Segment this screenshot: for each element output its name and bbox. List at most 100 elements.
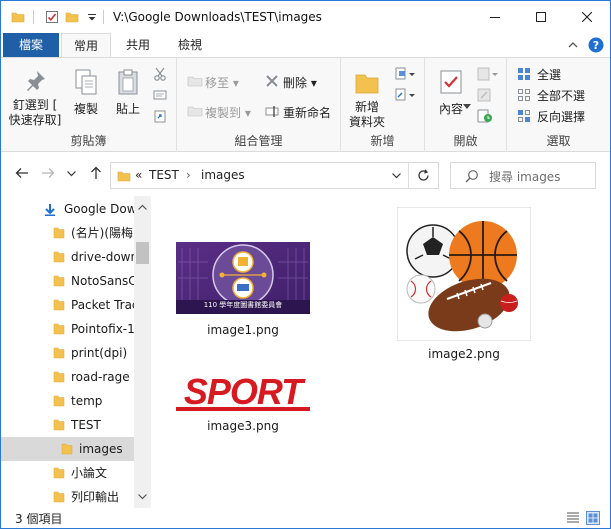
maximize-icon bbox=[536, 12, 546, 22]
breadcrumb-separator: › bbox=[186, 168, 191, 182]
nav-item-test[interactable]: TEST bbox=[1, 413, 134, 437]
nav-item-images[interactable]: images bbox=[1, 437, 134, 461]
scroll-down-icon[interactable] bbox=[138, 494, 147, 500]
up-arrow-icon[interactable] bbox=[89, 166, 103, 180]
folder-icon bbox=[53, 395, 65, 407]
qat-dropdown-icon[interactable] bbox=[87, 10, 97, 24]
copy-to-icon bbox=[187, 106, 203, 117]
qat-divider bbox=[33, 10, 34, 24]
folder-icon bbox=[53, 299, 65, 311]
close-button[interactable] bbox=[564, 1, 610, 33]
folder-icon bbox=[61, 443, 73, 455]
tab-view[interactable]: 檢視 bbox=[165, 33, 215, 57]
group-select: 全選 全部不選 反向選擇 選取 bbox=[507, 58, 610, 152]
folder-icon bbox=[53, 419, 65, 431]
paste-shortcut-icon[interactable] bbox=[153, 109, 167, 123]
minimize-icon bbox=[490, 17, 500, 18]
breadcrumb-test[interactable]: TEST bbox=[149, 168, 179, 182]
copy-path-icon[interactable] bbox=[153, 88, 167, 102]
easy-access-icon[interactable] bbox=[395, 88, 417, 102]
tab-share[interactable]: 共用 bbox=[113, 33, 163, 57]
paste-button[interactable]: 貼上 bbox=[109, 68, 147, 117]
edit-icon[interactable] bbox=[477, 88, 493, 102]
folder-icon bbox=[53, 347, 65, 359]
close-icon bbox=[582, 12, 592, 22]
pin-quick-access-button[interactable]: 釘選到 [ 快速存取] bbox=[7, 68, 63, 128]
delete-icon bbox=[266, 75, 278, 87]
new-item-icon[interactable] bbox=[395, 67, 417, 81]
nav-item-folder[interactable]: 列印輸出 bbox=[1, 485, 134, 508]
nav-scrollbar[interactable] bbox=[134, 196, 151, 508]
properties-dropdown-icon[interactable] bbox=[463, 104, 471, 110]
minimize-button[interactable] bbox=[472, 1, 518, 33]
search-input[interactable]: 搜尋 images bbox=[489, 168, 560, 185]
file-item-image3[interactable]: SPORT image3.png bbox=[175, 374, 311, 438]
group-clipboard: 釘選到 [ 快速存取] 複製 貼上 剪貼簿 bbox=[1, 58, 177, 152]
copy-to-button[interactable]: 複製到 ▾ bbox=[205, 104, 251, 121]
refresh-icon[interactable] bbox=[417, 169, 430, 182]
tab-file[interactable]: 檔案 bbox=[3, 33, 59, 57]
folder-icon bbox=[53, 227, 65, 239]
copy-button[interactable]: 複製 bbox=[67, 68, 105, 117]
nav-item-folder[interactable]: NotoSansCJK bbox=[1, 269, 134, 293]
search-box[interactable]: 搜尋 images bbox=[450, 162, 596, 189]
image2-thumbnail bbox=[397, 207, 531, 341]
invert-selection-icon bbox=[518, 110, 530, 122]
select-none-icon bbox=[518, 89, 530, 101]
delete-button[interactable]: 刪除 ▾ bbox=[283, 74, 317, 91]
file-item-image1[interactable]: 110 學年度圖書館委員會 image1.png bbox=[175, 241, 311, 351]
pin-icon bbox=[27, 71, 45, 91]
breadcrumb-images[interactable]: images bbox=[201, 168, 245, 182]
maximize-button[interactable] bbox=[518, 1, 564, 33]
nav-item-google-downloads[interactable]: Google Downloads bbox=[1, 197, 134, 221]
recent-locations-chevron-icon[interactable] bbox=[67, 171, 76, 177]
details-view-icon[interactable] bbox=[566, 511, 580, 525]
nav-item-folder[interactable]: temp bbox=[1, 389, 134, 413]
properties-large-icon bbox=[440, 70, 462, 94]
new-folder-button[interactable]: 新增 資料夾 bbox=[345, 68, 389, 130]
nav-item-folder[interactable]: road-rage bbox=[1, 365, 134, 389]
select-all-button[interactable]: 全選 bbox=[537, 66, 561, 83]
chevron-up-icon[interactable] bbox=[568, 41, 578, 49]
folder-icon bbox=[53, 491, 65, 503]
help-icon[interactable]: ? bbox=[588, 37, 604, 53]
select-none-button[interactable]: 全部不選 bbox=[537, 87, 585, 104]
group-label-new: 新增 bbox=[370, 134, 395, 148]
invert-selection-button[interactable]: 反向選擇 bbox=[537, 108, 585, 125]
scroll-up-icon[interactable] bbox=[138, 204, 147, 210]
new-folder-icon[interactable] bbox=[65, 10, 79, 24]
folder-icon bbox=[53, 467, 65, 479]
file-name: image1.png bbox=[207, 323, 279, 337]
folder-icon bbox=[53, 323, 65, 335]
address-dropdown-icon[interactable] bbox=[392, 173, 401, 179]
back-arrow-icon[interactable] bbox=[15, 166, 29, 180]
navigation-bar: « TEST › images 搜尋 images bbox=[1, 152, 610, 196]
move-to-button[interactable]: 移至 ▾ bbox=[205, 74, 239, 91]
history-icon[interactable] bbox=[477, 109, 493, 123]
cut-icon[interactable] bbox=[153, 67, 167, 81]
nav-item-folder[interactable]: Pointofix-1 bbox=[1, 317, 134, 341]
file-item-image2[interactable]: image2.png bbox=[396, 206, 532, 366]
nav-item-folder[interactable]: Packet Tracer bbox=[1, 293, 134, 317]
move-to-icon bbox=[187, 76, 203, 87]
item-count: 3 個項目 bbox=[15, 512, 63, 526]
nav-item-folder[interactable]: (名片)(陽梅國中) bbox=[1, 221, 134, 245]
group-label-open: 開啟 bbox=[453, 134, 478, 148]
forward-arrow-icon[interactable] bbox=[41, 166, 55, 180]
nav-scroll-thumb[interactable] bbox=[136, 242, 149, 264]
group-label-select: 選取 bbox=[546, 134, 571, 148]
nav-item-folder[interactable]: 小論文 bbox=[1, 461, 134, 485]
breadcrumb-overflow[interactable]: « bbox=[135, 168, 142, 182]
group-new: 新增 資料夾 新增 bbox=[341, 58, 425, 152]
address-bar[interactable]: « TEST › images bbox=[110, 162, 439, 189]
navigation-pane: Google Downloads (名片)(陽梅國中) drive-downlo… bbox=[1, 196, 151, 508]
large-icons-view-icon[interactable] bbox=[586, 511, 600, 525]
properties-icon[interactable] bbox=[45, 10, 59, 24]
explorer-window: V:\Google Downloads\TEST\images 檔案 常用 共用… bbox=[0, 0, 611, 529]
paste-icon bbox=[118, 69, 138, 95]
tab-home[interactable]: 常用 bbox=[61, 33, 111, 58]
rename-button[interactable]: 重新命名 bbox=[283, 104, 331, 121]
open-icon[interactable] bbox=[477, 67, 499, 81]
nav-item-folder[interactable]: drive-download bbox=[1, 245, 134, 269]
nav-item-folder[interactable]: print(dpi) bbox=[1, 341, 134, 365]
